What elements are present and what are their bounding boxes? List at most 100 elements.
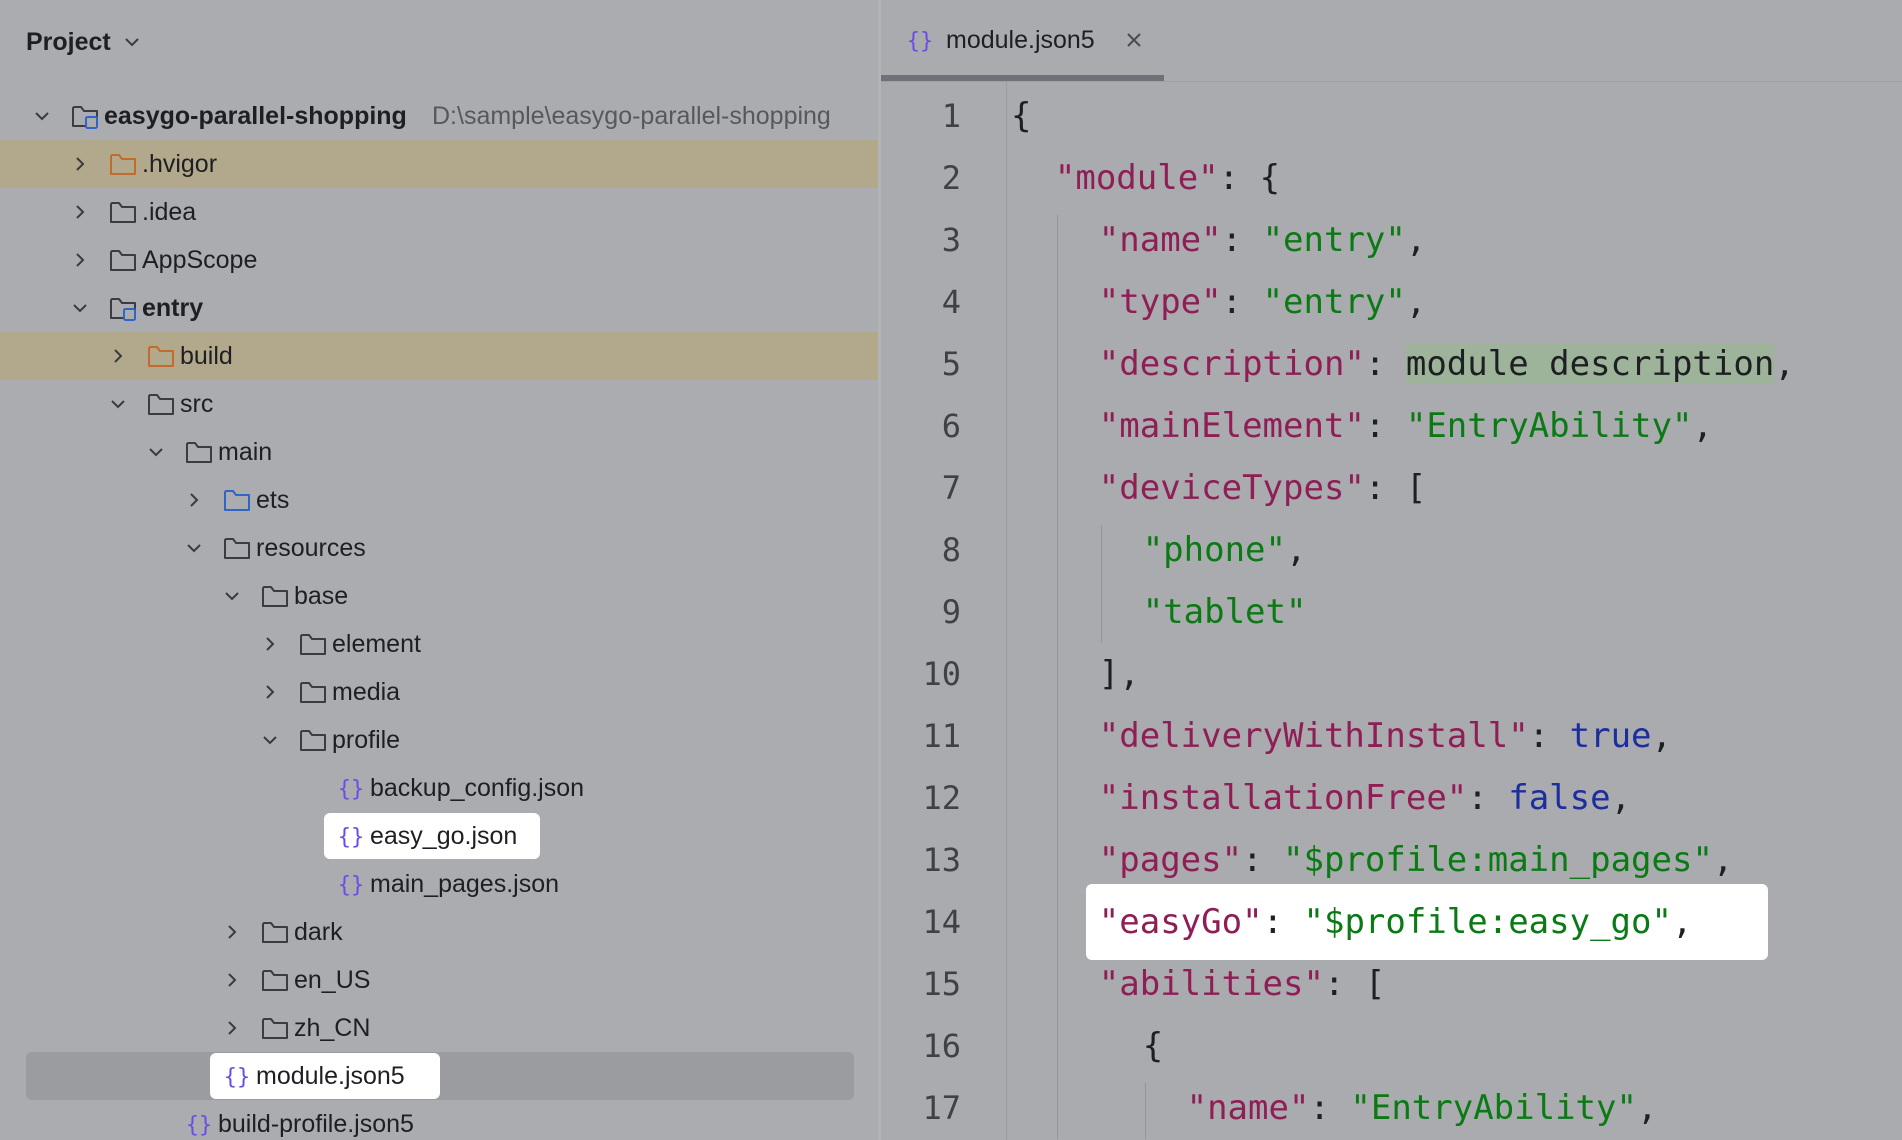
tree-item-label: easygo-parallel-shopping [104,102,407,130]
folder-icon [262,970,288,991]
svg-text:{}: {} [224,1065,251,1090]
chevron-right-icon[interactable] [106,344,130,368]
json-file-icon: {} [224,1065,251,1090]
tree-item-label: en_US [294,966,371,994]
tree-item[interactable]: {} easy_go.json [0,812,878,860]
tree-item[interactable]: src [0,380,878,428]
tree-item-label: dark [294,918,343,946]
tree-item[interactable]: {} module.json5 [0,1052,878,1100]
code-line: "type": "entry", [1099,271,1427,333]
indent-guide [1144,1083,1146,1139]
tree-item[interactable]: entry [0,284,878,332]
tree-item[interactable]: media [0,668,878,716]
tree-item[interactable]: en_US [0,956,878,1004]
excluded-folder-icon [110,154,136,175]
tree-item-label: element [332,630,421,658]
chevron-right-icon[interactable] [182,488,206,512]
punctuation: : { [1218,158,1281,198]
folder-icon [186,442,212,463]
folder-icon [262,922,288,943]
line-number: 2 [941,159,961,197]
tree-item[interactable]: .idea [0,188,878,236]
close-icon[interactable] [1124,30,1144,50]
chevron-right-icon[interactable] [68,248,92,272]
string-value: "$profile:main_pages" [1283,840,1713,880]
chevron-right-icon[interactable] [220,1016,244,1040]
project-view-selector[interactable]: Project [26,24,143,60]
json-key: "name" [1186,1088,1310,1128]
tree-item-label: build-profile.json5 [218,1110,414,1138]
tree-item[interactable]: {} build-profile.json5 [0,1100,878,1140]
code-line: ], [1099,643,1140,705]
folder-icon [262,1018,288,1039]
tree-item[interactable]: main [0,428,878,476]
tree-item[interactable]: build [0,332,878,380]
folder-icon [300,730,326,751]
json-key: "deliveryWithInstall" [1098,716,1529,756]
tree-item-label: entry [142,294,204,322]
tree-item-label: main [218,438,273,466]
chevron-right-icon[interactable] [68,200,92,224]
description-value: module description [1405,344,1775,384]
punctuation: , [1774,344,1795,384]
tree-item-label: module.json5 [256,1062,405,1090]
tree-item[interactable]: {} backup_config.json [0,764,878,812]
string-value: "entry" [1262,220,1406,260]
json-file-icon: {} [907,29,934,54]
chevron-down-icon[interactable] [30,104,54,128]
line-number: 8 [941,531,961,569]
punctuation: { [1142,1026,1164,1066]
string-value: "EntryAbility" [1405,406,1693,446]
chevron-down-icon[interactable] [68,296,92,320]
punctuation: , [1405,282,1427,322]
line-number: 1 [941,97,961,135]
tree-item[interactable]: profile [0,716,878,764]
line-number: 17 [922,1089,961,1127]
chevron-down-icon [125,38,139,47]
punctuation: : [ [1364,468,1427,508]
tree-item[interactable]: zh_CN [0,1004,878,1052]
chevron-right-icon[interactable] [258,632,282,656]
json-file-icon: {} [186,1113,213,1138]
keyword-value: true [1569,716,1652,756]
tree-item[interactable]: AppScope [0,236,878,284]
tree-item[interactable]: base [0,572,878,620]
string-value: "tablet" [1142,592,1307,632]
code-line: "installationFree": false, [1099,767,1631,829]
chevron-down-icon[interactable] [220,584,244,608]
tree-item[interactable]: .hvigor [0,140,878,188]
keyword-value: false [1508,778,1611,818]
module-folder-icon [110,298,136,321]
json-key: "name" [1098,220,1222,260]
tree-item[interactable]: easygo-parallel-shopping D:\sample\easygo… [0,92,878,140]
tree-item[interactable]: resources [0,524,878,572]
indent-guide [1056,215,1058,1139]
chevron-right-icon[interactable] [258,680,282,704]
chevron-down-icon[interactable] [182,536,206,560]
line-number: 4 [941,283,961,321]
chevron-down-icon[interactable] [144,440,168,464]
tree-item[interactable]: element [0,620,878,668]
chevron-down-icon[interactable] [106,392,130,416]
chevron-right-icon[interactable] [220,920,244,944]
punctuation: : [1364,344,1406,384]
json-file-icon: {} [338,873,365,898]
tree-item[interactable]: {} main_pages.json [0,860,878,908]
chevron-down-icon[interactable] [258,728,282,752]
punctuation: : [1221,220,1263,260]
code-line: "deliveryWithInstall": true, [1099,705,1672,767]
json-key: "installationFree" [1098,778,1468,818]
punctuation: : [1528,716,1570,756]
string-value: "phone" [1142,530,1286,570]
chevron-right-icon[interactable] [68,152,92,176]
tab-module-json5[interactable]: {} module.json5 [881,0,1164,82]
code-line: "mainElement": "EntryAbility", [1099,395,1713,457]
chevron-right-icon[interactable] [220,968,244,992]
tree-item[interactable]: dark [0,908,878,956]
tree-item-label: AppScope [142,246,258,274]
line-number: 10 [922,655,961,693]
tree-item[interactable]: ets [0,476,878,524]
punctuation: , [1671,902,1693,942]
folder-icon [110,202,136,223]
line-number: 3 [941,221,961,259]
